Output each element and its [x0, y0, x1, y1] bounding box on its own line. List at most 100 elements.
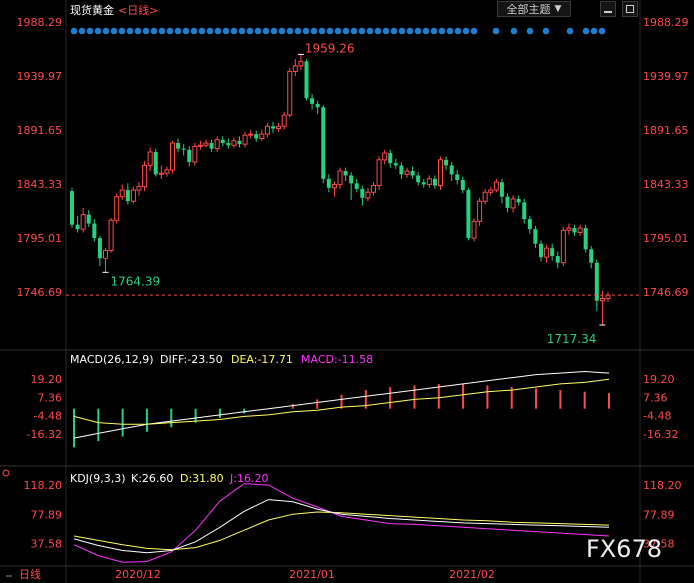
event-dot — [94, 27, 102, 35]
candle-body — [376, 159, 382, 187]
candle-body — [231, 140, 237, 146]
price-tick-left: 1988.29 — [17, 16, 63, 29]
candle-body — [455, 174, 460, 180]
candle-body — [572, 228, 577, 233]
candle-body — [310, 98, 315, 104]
candle-body — [298, 60, 304, 67]
candle-body — [527, 219, 532, 230]
price-tick-left: 1939.97 — [17, 70, 63, 83]
candle-body — [315, 103, 320, 108]
event-dot — [158, 27, 166, 35]
candle-body — [399, 165, 404, 175]
event-dot — [262, 27, 270, 35]
x-axis-tick: 2021/02 — [449, 568, 495, 581]
event-dot — [590, 27, 598, 35]
candle-body — [264, 125, 270, 135]
event-dot — [382, 27, 390, 35]
event-dot — [542, 27, 550, 35]
candle-body — [125, 190, 130, 202]
event-dot — [190, 27, 198, 35]
macd-tick-right: 19.20 — [643, 373, 675, 386]
event-dot — [510, 27, 518, 35]
candle-body — [242, 134, 248, 145]
event-dot — [270, 27, 278, 35]
event-dot — [166, 27, 174, 35]
kdj-title: KDJ(9,3,3) — [70, 472, 126, 485]
event-dot — [326, 27, 334, 35]
kdj-j-label: J:16.20 — [229, 472, 268, 485]
event-dot — [342, 27, 350, 35]
kdj-tick-right: 77.89 — [643, 508, 675, 521]
event-dot — [294, 27, 302, 35]
candle-body — [349, 175, 354, 184]
event-dot — [246, 27, 254, 35]
macd-tick-right: 7.36 — [643, 391, 668, 404]
candle-body — [75, 224, 80, 230]
macd-dif-label: DIFF:-23.50 — [160, 353, 223, 366]
candle-body — [142, 164, 148, 188]
candle-body — [237, 140, 242, 145]
candle-body — [270, 126, 276, 129]
event-dot — [286, 27, 294, 35]
candle-body — [254, 134, 259, 139]
candle-body — [583, 228, 588, 250]
x-axis-tick: 2021/01 — [289, 568, 335, 581]
kdj-d-label: D:31.80 — [180, 472, 224, 485]
close-button[interactable] — [622, 1, 638, 17]
candle-body — [432, 178, 437, 186]
price-tick-left: 1795.01 — [17, 232, 63, 245]
event-dot — [214, 27, 222, 35]
price-tick-left: 1891.65 — [17, 124, 63, 137]
candle-body — [444, 159, 449, 166]
price-tick-right: 1843.33 — [643, 178, 689, 191]
candle-body — [304, 61, 309, 99]
candle-body — [343, 171, 348, 176]
kdj-tick-left: 37.58 — [31, 538, 63, 551]
period-title: <日线> — [118, 3, 158, 17]
event-dot — [414, 27, 422, 35]
candle-body — [287, 70, 293, 116]
event-dot — [598, 27, 606, 35]
event-dot — [492, 27, 500, 35]
candle-body — [259, 133, 265, 140]
candle-body — [169, 142, 176, 171]
event-dot — [374, 27, 382, 35]
candle-body — [538, 243, 544, 258]
candle-body — [214, 139, 220, 150]
symbol-title: 现货黄金 — [70, 3, 114, 17]
candle-body — [499, 182, 504, 197]
candle-body — [108, 219, 114, 251]
price-tick-right: 1988.29 — [643, 16, 689, 29]
candle-body — [533, 229, 538, 244]
candle-body — [505, 196, 510, 208]
kdj-k-label: K:26.60 — [131, 472, 173, 485]
x-axis-tick: 2020/12 — [115, 568, 161, 581]
event-dot — [302, 27, 310, 35]
candle-body — [471, 220, 477, 239]
settings-dot-icon — [2, 469, 10, 477]
event-dot — [310, 27, 318, 35]
candle-body — [599, 298, 605, 302]
candle-body — [577, 227, 583, 234]
candle-body — [337, 170, 343, 185]
event-dot — [238, 27, 246, 35]
event-dot — [110, 27, 118, 35]
price-tick-right: 1891.65 — [643, 124, 689, 137]
event-dot — [566, 27, 574, 35]
candle-body — [321, 107, 326, 179]
candle-body — [449, 165, 454, 175]
macd-tick-left: 19.20 — [31, 373, 63, 386]
event-dot — [70, 27, 78, 35]
candle-body — [164, 169, 170, 174]
event-dot — [318, 27, 326, 35]
candle-body — [136, 186, 142, 191]
event-dot — [254, 27, 262, 35]
candle-body — [388, 153, 393, 164]
theme-select[interactable]: 全部主题 ▼ — [497, 1, 571, 17]
candle-body — [176, 143, 181, 149]
minimize-button[interactable] — [600, 1, 616, 17]
event-dot — [398, 27, 406, 35]
candle-body — [410, 171, 415, 176]
price-tick-left: 1746.69 — [17, 286, 63, 299]
event-dot — [182, 27, 190, 35]
